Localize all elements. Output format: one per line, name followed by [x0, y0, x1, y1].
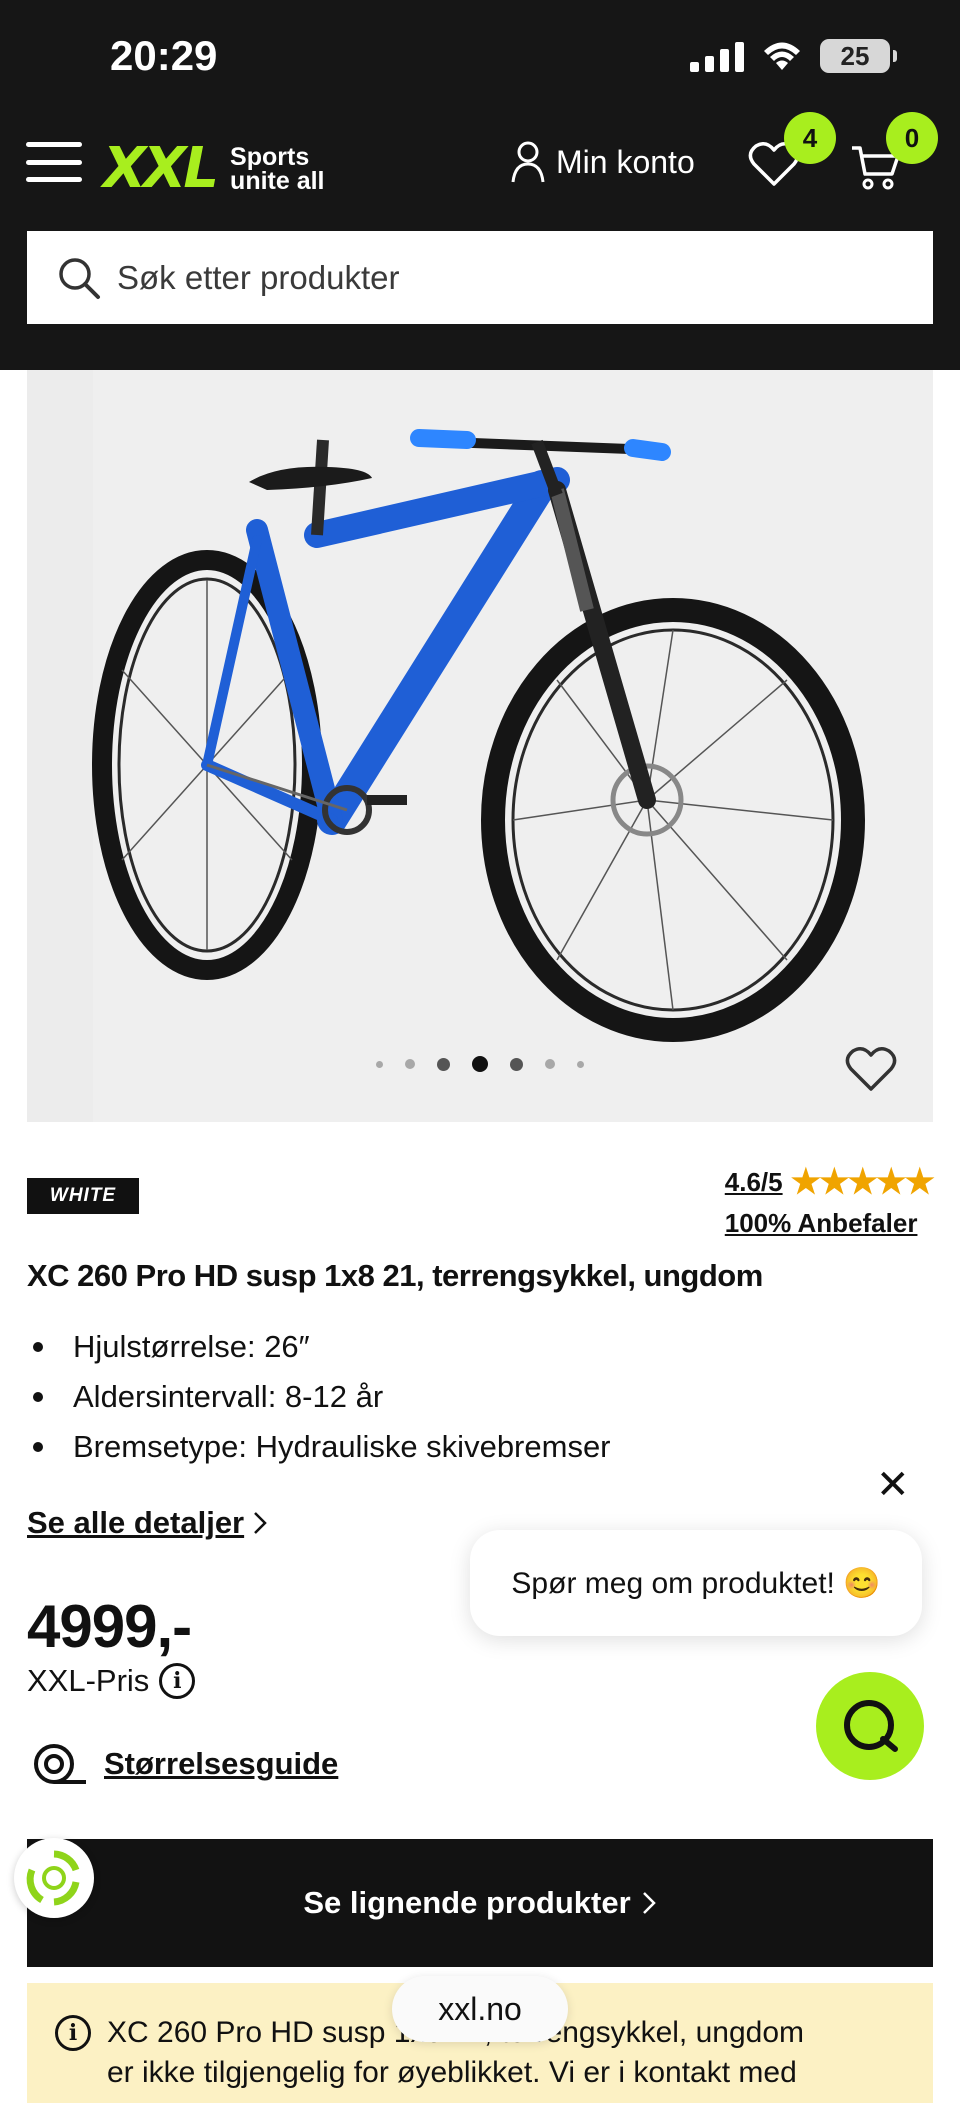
brand-logo[interactable]: WHITE — [27, 1178, 139, 1214]
user-icon — [511, 141, 545, 183]
gallery-dot[interactable] — [510, 1057, 523, 1071]
status-time: 20:29 — [110, 32, 218, 79]
signal-icon — [690, 40, 744, 72]
gallery-dot[interactable] — [472, 1056, 488, 1072]
gallery-dots — [27, 1056, 933, 1072]
product-image-gallery[interactable] — [27, 370, 933, 1122]
logo-tagline: Sports unite all — [230, 144, 325, 195]
info-icon: i — [55, 2015, 91, 2051]
favorite-button[interactable] — [845, 1045, 897, 1098]
chat-prompt-bubble[interactable]: Spør meg om produktet! 😊 — [470, 1530, 922, 1636]
gallery-dot[interactable] — [405, 1059, 415, 1069]
price-label-text: XXL-Pris — [27, 1663, 150, 1698]
battery-icon: 25 — [820, 39, 897, 73]
size-guide-link[interactable]: Størrelsesguide — [32, 1742, 338, 1786]
cart-badge: 0 — [886, 112, 938, 164]
recycle-icon — [26, 1850, 80, 1906]
price: 4999,- — [27, 1593, 192, 1660]
product-title: XC 260 Pro HD susp 1x8 21, terrengsykkel… — [27, 1258, 763, 1293]
info-icon[interactable]: i — [159, 1663, 196, 1699]
chevron-right-icon — [254, 1512, 267, 1534]
price-label: XXL-Pris i — [27, 1663, 196, 1699]
account-link[interactable]: Min konto — [510, 140, 695, 184]
account-label: Min konto — [556, 143, 695, 180]
close-icon[interactable]: ✕ — [876, 1462, 910, 1508]
search-bar[interactable] — [27, 231, 933, 324]
search-input[interactable] — [117, 258, 897, 297]
gallery-dot[interactable] — [577, 1060, 584, 1068]
status-icons: 25 — [690, 36, 897, 76]
feature-item: Hjulstørrelse: 26″ — [27, 1322, 611, 1372]
rating-block[interactable]: 4.6/5 ★★★★★ 100% Anbefaler — [725, 1162, 935, 1239]
wishlist-badge: 4 — [784, 112, 836, 164]
measuring-tape-icon — [34, 1744, 86, 1784]
browser-url-pill[interactable]: xxl.no — [392, 1976, 568, 2042]
logo-tagline-2: unite all — [230, 166, 325, 195]
gallery-dot[interactable] — [545, 1059, 555, 1069]
cart-button[interactable]: 0 — [850, 112, 938, 197]
wishlist-button[interactable]: 4 — [748, 112, 836, 193]
search-icon — [59, 257, 100, 299]
gallery-dot[interactable] — [376, 1060, 383, 1068]
logo[interactable]: XXL Sports unite all — [103, 136, 325, 201]
feature-item: Aldersintervall: 8-12 år — [27, 1372, 611, 1422]
heart-icon — [845, 1047, 897, 1091]
header: 20:29 25 XXL Sports unite all Min konto … — [0, 0, 960, 370]
chat-button[interactable] — [816, 1672, 924, 1780]
size-guide-label: Størrelsesguide — [104, 1746, 339, 1781]
feature-item: Bremsetype: Hydrauliske skivebremser — [27, 1422, 611, 1472]
rating-score[interactable]: 4.6/5 — [725, 1167, 783, 1198]
rating-stars-icon: ★★★★★ — [790, 1163, 935, 1201]
similar-products-button[interactable]: Se lignende produkter — [27, 1839, 933, 1967]
notice-line-2: er ikke tilgjengelig for øyeblikket. Vi … — [107, 2056, 797, 2089]
chevron-right-icon — [642, 1892, 656, 1914]
wifi-icon — [764, 42, 800, 70]
gallery-dot[interactable] — [437, 1057, 450, 1071]
sustainability-icon[interactable] — [14, 1838, 94, 1918]
logo-mark: XXL — [103, 136, 219, 201]
menu-icon[interactable] — [26, 142, 82, 182]
bike-image — [92, 370, 933, 1122]
similar-products-label: Se lignende produkter — [303, 1885, 631, 1920]
recommend-link[interactable]: 100% Anbefaler — [725, 1208, 933, 1239]
details-link-label: Se alle detaljer — [27, 1505, 245, 1540]
see-all-details-link[interactable]: Se alle detaljer — [27, 1505, 268, 1541]
chat-icon — [844, 1700, 898, 1752]
feature-list: Hjulstørrelse: 26″ Aldersintervall: 8-12… — [27, 1322, 611, 1472]
